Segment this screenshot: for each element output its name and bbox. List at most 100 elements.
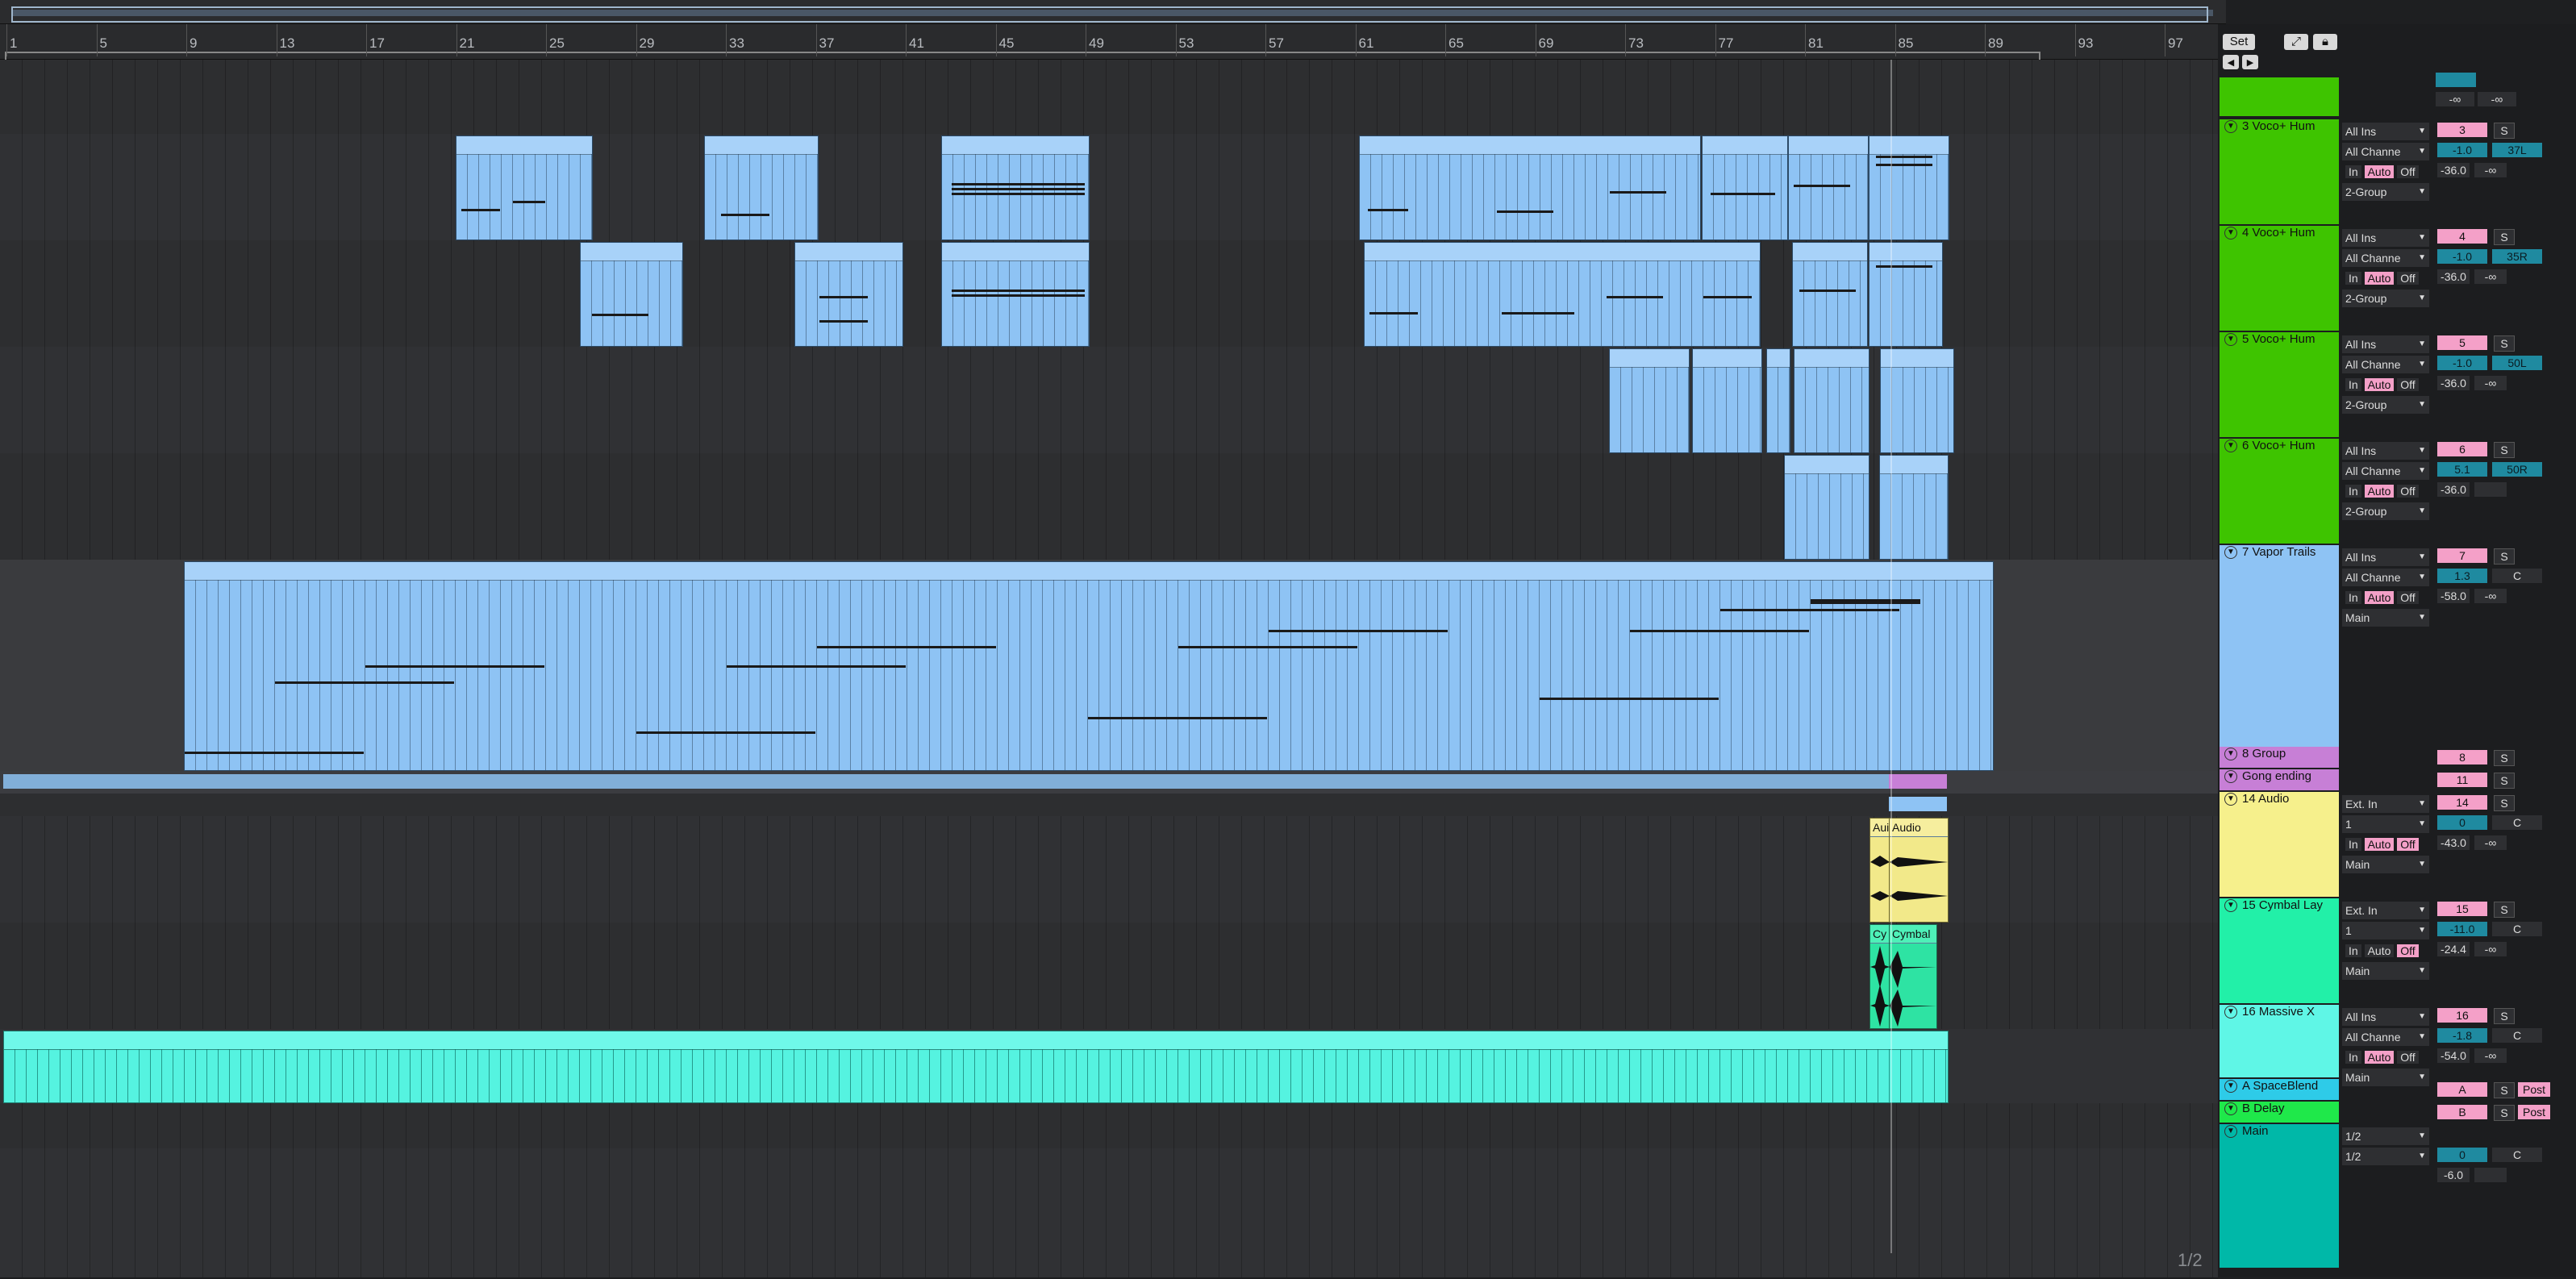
- monitor-in-button[interactable]: In: [2345, 1051, 2361, 1064]
- track-header[interactable]: ▼ Main: [2220, 1124, 2339, 1268]
- input-type-select[interactable]: All Ins: [2342, 335, 2429, 353]
- solo-button[interactable]: S: [2494, 442, 2515, 458]
- send-a-readout[interactable]: -43.0: [2437, 835, 2470, 850]
- track-activator[interactable]: 14: [2437, 795, 2487, 810]
- audio-clip[interactable]: Audio: [1889, 818, 1949, 923]
- monitor-off-button[interactable]: Off: [2397, 1051, 2419, 1064]
- volume-readout[interactable]: -1.0: [2437, 143, 2487, 157]
- solo-button[interactable]: S: [2494, 335, 2515, 352]
- send-b-readout[interactable]: [2474, 482, 2507, 497]
- track-header[interactable]: ▼ 8 Group: [2220, 747, 2339, 768]
- track-activator[interactable]: 16: [2437, 1008, 2487, 1023]
- track-header[interactable]: ▼ B Delay: [2220, 1102, 2339, 1123]
- track-activator[interactable]: 4: [2437, 229, 2487, 244]
- track-activator[interactable]: A: [2437, 1082, 2487, 1097]
- input-channel-select[interactable]: 1: [2342, 815, 2429, 833]
- volume-readout[interactable]: -1.0: [2437, 249, 2487, 264]
- monitor-auto-button[interactable]: Auto: [2364, 944, 2395, 957]
- solo-button[interactable]: S: [2494, 750, 2515, 766]
- solo-button[interactable]: S: [2494, 548, 2515, 565]
- track-header[interactable]: ▼ 4 Voco+ Hum: [2220, 226, 2339, 331]
- send-a-readout[interactable]: -36.0: [2437, 269, 2470, 284]
- arrow-right-icon[interactable]: ▶: [2242, 55, 2258, 69]
- input-channel-select[interactable]: All Channe: [2342, 569, 2429, 586]
- pan-readout[interactable]: 37L: [2492, 143, 2542, 157]
- beat-time-ruler[interactable]: 1 5 9 13 17 21 25 29 33 37 41 45 49 53 57 61 65 69 73 77 81 8…: [0, 24, 2218, 60]
- audio-clip[interactable]: Cymbal: [1889, 924, 1937, 1029]
- midi-clip-massive-x[interactable]: [3, 1031, 1949, 1103]
- input-type-select[interactable]: All Ins: [2342, 1008, 2429, 1026]
- send-a-readout[interactable]: -58.0: [2437, 589, 2470, 603]
- send-b-readout[interactable]: -∞: [2474, 589, 2507, 603]
- expand-icon[interactable]: ⤢: [2284, 34, 2308, 50]
- arrow-left-icon[interactable]: ◀: [2223, 55, 2239, 69]
- send-a-readout[interactable]: -54.0: [2437, 1048, 2470, 1063]
- lock-icon[interactable]: 🔒︎: [2313, 34, 2337, 50]
- input-channel-select[interactable]: All Channe: [2342, 356, 2429, 373]
- solo-button[interactable]: S: [2494, 1008, 2515, 1024]
- return-lane-a[interactable]: [0, 1103, 2218, 1127]
- track-lane-6[interactable]: [0, 453, 2218, 561]
- send-readout[interactable]: -∞: [2478, 92, 2516, 106]
- volume-readout[interactable]: [2436, 73, 2476, 87]
- pan-readout[interactable]: 50R: [2492, 462, 2542, 477]
- audio-clip[interactable]: Cy: [1869, 924, 1890, 1029]
- midi-clip[interactable]: [580, 242, 683, 347]
- midi-clip[interactable]: [1869, 242, 1943, 347]
- midi-clip[interactable]: [1794, 348, 1869, 453]
- output-select[interactable]: 2-Group: [2342, 183, 2429, 201]
- output-select[interactable]: Main: [2342, 962, 2429, 980]
- midi-clip[interactable]: [941, 135, 1090, 240]
- midi-clip[interactable]: [1692, 348, 1762, 453]
- monitor-in-button[interactable]: In: [2345, 838, 2361, 851]
- track-lane-15-cymbal[interactable]: Cy Cymbal: [0, 923, 2218, 1031]
- monitor-in-button[interactable]: In: [2345, 485, 2361, 498]
- midi-clip[interactable]: [456, 135, 593, 240]
- midi-clip[interactable]: [1792, 242, 1868, 347]
- send-b-readout[interactable]: [2474, 1168, 2507, 1182]
- input-type-select[interactable]: All Ins: [2342, 229, 2429, 247]
- track-lane-16-massive[interactable]: [0, 1029, 2218, 1105]
- monitor-off-button[interactable]: Off: [2397, 378, 2419, 391]
- solo-button[interactable]: S: [2494, 773, 2515, 789]
- send-a-readout[interactable]: -24.4: [2437, 942, 2470, 956]
- pan-readout[interactable]: C: [2492, 1148, 2542, 1162]
- pan-readout[interactable]: C: [2492, 922, 2542, 936]
- midi-clip[interactable]: [941, 242, 1090, 347]
- monitor-off-button[interactable]: Off: [2397, 485, 2419, 498]
- track-lane-14-audio[interactable]: Aui Audio: [0, 816, 2218, 924]
- monitor-in-button[interactable]: In: [2345, 378, 2361, 391]
- fold-icon[interactable]: ▼: [2224, 770, 2237, 784]
- pan-readout[interactable]: C: [2492, 815, 2542, 830]
- output-select[interactable]: 2-Group: [2342, 502, 2429, 520]
- input-type-select[interactable]: 1/2: [2342, 1127, 2429, 1145]
- monitor-off-button[interactable]: Off: [2397, 591, 2419, 604]
- midi-clip[interactable]: [794, 242, 903, 347]
- monitor-auto-button[interactable]: Auto: [2364, 485, 2395, 498]
- track-activator[interactable]: 3: [2437, 123, 2487, 137]
- send-a-readout[interactable]: -36.0: [2437, 376, 2470, 390]
- midi-clip[interactable]: [1702, 135, 1788, 240]
- volume-readout[interactable]: -11.0: [2437, 922, 2487, 936]
- mixer-track[interactable]: ▼ 6 Voco+ Hum All Ins All Channe In Auto …: [2218, 439, 2576, 545]
- playhead[interactable]: [1890, 60, 1892, 1253]
- audio-clip[interactable]: Aui: [1869, 818, 1890, 923]
- mixer-track[interactable]: ▼ 8 Group 8 S: [2218, 747, 2576, 769]
- monitor-in-button[interactable]: In: [2345, 944, 2361, 957]
- output-select[interactable]: Main: [2342, 609, 2429, 627]
- solo-button[interactable]: S: [2494, 229, 2515, 245]
- fold-icon[interactable]: ▼: [2224, 227, 2237, 240]
- track-activator[interactable]: 5: [2437, 335, 2487, 350]
- solo-button[interactable]: S: [2494, 1082, 2515, 1098]
- send-a-readout[interactable]: -6.0: [2437, 1168, 2470, 1182]
- volume-readout[interactable]: 1.3: [2437, 569, 2487, 583]
- fold-icon[interactable]: ▼: [2224, 333, 2237, 347]
- track-header[interactable]: ▼ Gong ending: [2220, 769, 2339, 790]
- mixer-track[interactable]: ▼ 14 Audio Ext. In 1 In Auto Off Main 14 S0…: [2218, 792, 2576, 898]
- monitor-auto-button[interactable]: Auto: [2364, 378, 2395, 391]
- track-activator[interactable]: 15: [2437, 902, 2487, 916]
- monitor-auto-button[interactable]: Auto: [2364, 591, 2395, 604]
- track-lane-3[interactable]: [0, 134, 2218, 242]
- track-lane-gong-ending[interactable]: [0, 794, 2218, 818]
- output-select[interactable]: 2-Group: [2342, 396, 2429, 414]
